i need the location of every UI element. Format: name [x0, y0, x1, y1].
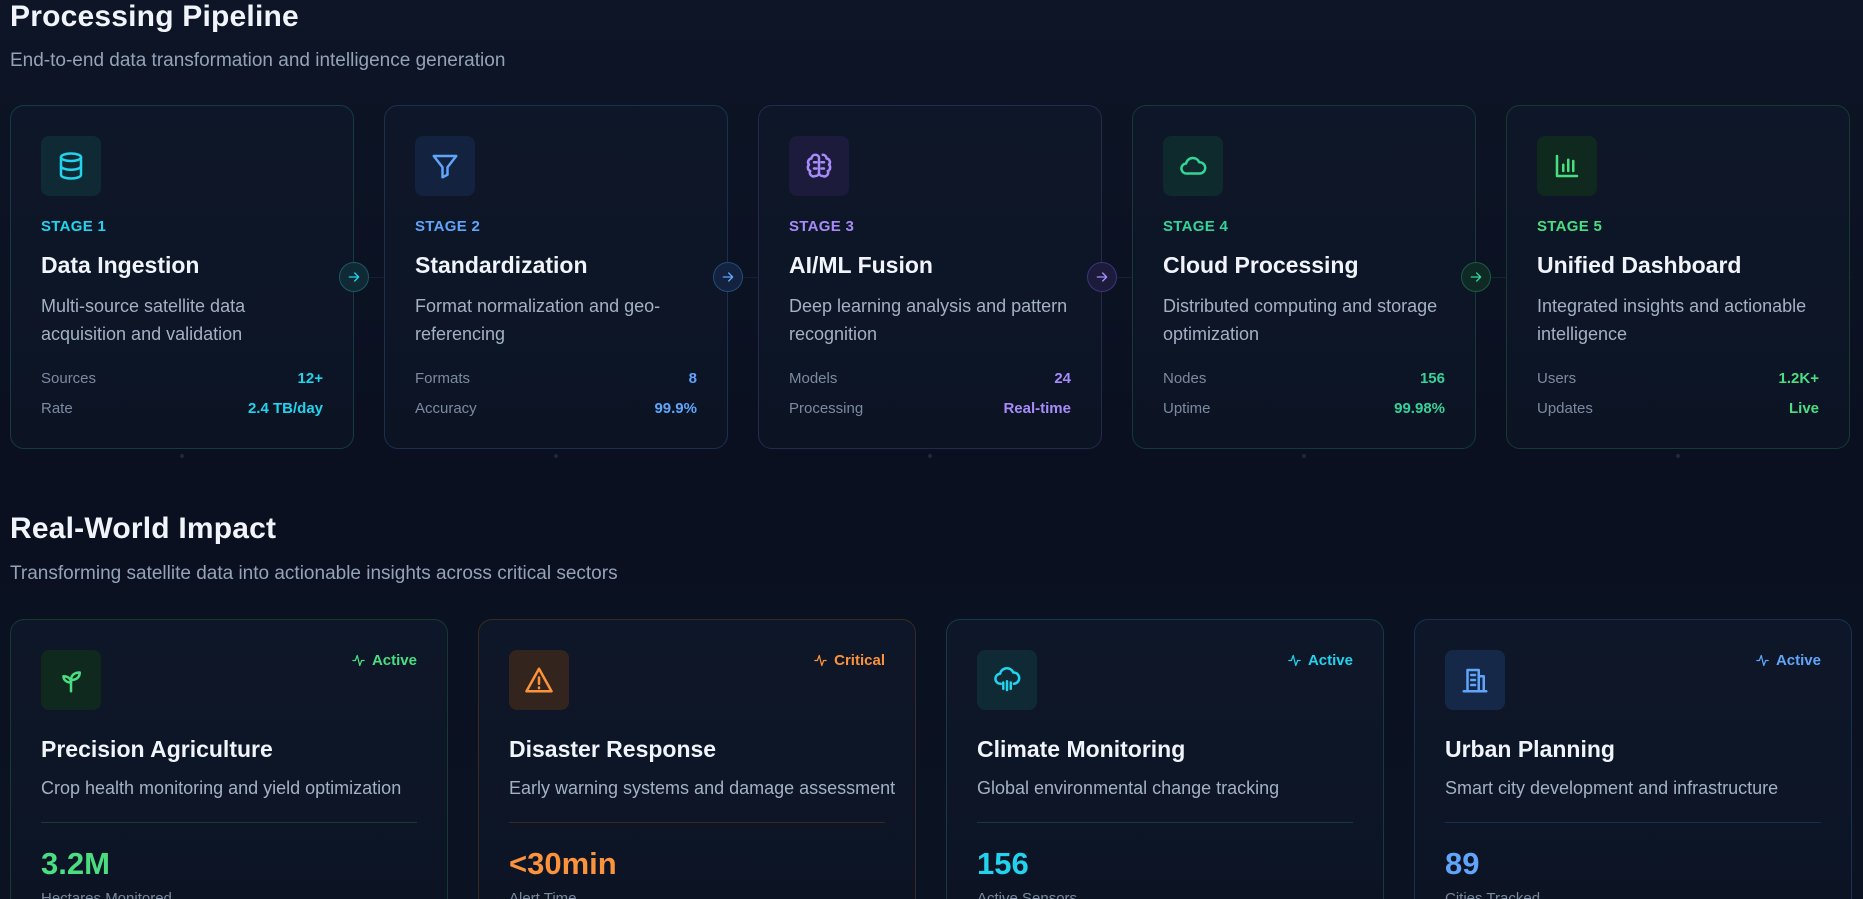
impact-value: <30min [509, 846, 617, 881]
activity-icon [1288, 654, 1301, 667]
impact-value-label: Active Sensors [977, 890, 1078, 899]
stage-desc: Multi-source satellite data acquisition … [41, 296, 246, 344]
stage-label: STAGE 5 [1537, 218, 1603, 235]
stage-metric: Rate 2.4 TB/day [41, 400, 323, 417]
impact-desc: Global environmental change tracking [977, 778, 1280, 798]
stage-card-2[interactable]: STAGE 2 Standardization Format normaliza… [384, 105, 728, 449]
arrow-right-icon [1461, 262, 1491, 292]
impact-name: Disaster Response [509, 736, 717, 762]
impact-value: 89 [1445, 846, 1480, 881]
stage-metric: Models 24 [789, 370, 1071, 387]
stage-dot [1302, 454, 1306, 458]
status-badge: Critical [813, 652, 885, 669]
impact-title: Real-World Impact [10, 512, 277, 545]
impact-name: Urban Planning [1445, 736, 1615, 762]
impact-value: 156 [977, 846, 1029, 881]
arrow-right-icon [713, 262, 743, 292]
stage-card-3[interactable]: STAGE 3 AI/ML Fusion Deep learning analy… [758, 105, 1102, 449]
impact-divider [41, 822, 417, 823]
impact-value-label: Hectares Monitored [41, 890, 172, 899]
impact-divider [509, 822, 885, 823]
stage-metric: Users 1.2K+ [1537, 370, 1819, 387]
impact-divider [1445, 822, 1821, 823]
stage-desc: Deep learning analysis and pattern recog… [789, 296, 1068, 344]
arrow-right-icon [1087, 262, 1117, 292]
stage-desc: Distributed computing and storage optimi… [1163, 296, 1438, 344]
impact-name: Climate Monitoring [977, 736, 1186, 762]
status-badge: Active [1755, 652, 1821, 669]
status-badge: Active [351, 652, 417, 669]
stage-label: STAGE 4 [1163, 218, 1229, 235]
activity-icon [352, 654, 365, 667]
impact-desc: Early warning systems and damage assessm… [509, 778, 896, 798]
bar-chart-icon [1537, 136, 1597, 196]
stage-name: Cloud Processing [1163, 252, 1359, 278]
impact-desc: Crop health monitoring and yield optimiz… [41, 778, 402, 798]
stage-name: Standardization [415, 252, 588, 278]
impact-card-climate[interactable]: Active Climate Monitoring Global environ… [946, 619, 1384, 899]
arrow-right-icon [339, 262, 369, 292]
stage-label: STAGE 2 [415, 218, 481, 235]
cloud-rain-icon [977, 650, 1037, 710]
stage-metric: Processing Real-time [789, 400, 1071, 417]
impact-name: Precision Agriculture [41, 736, 273, 762]
stage-card-1[interactable]: STAGE 1 Data Ingestion Multi-source sate… [10, 105, 354, 449]
impact-divider [977, 822, 1353, 823]
stage-name: Data Ingestion [41, 252, 200, 278]
stage-dot [1676, 454, 1680, 458]
stage-desc: Format normalization and geo-referencing [415, 296, 661, 344]
pipeline-subtitle: End-to-end data transformation and intel… [10, 50, 506, 71]
filter-icon [415, 136, 475, 196]
stage-metric: Updates Live [1537, 400, 1819, 417]
impact-card-agriculture[interactable]: Active Precision Agriculture Crop health… [10, 619, 448, 899]
impact-value-label: Cities Tracked [1445, 890, 1541, 899]
impact-value-label: Alert Time [509, 890, 577, 899]
brain-icon [789, 136, 849, 196]
impact-subtitle: Transforming satellite data into actiona… [10, 563, 618, 584]
stage-dot [180, 454, 184, 458]
cloud-icon [1163, 136, 1223, 196]
stage-card-4[interactable]: STAGE 4 Cloud Processing Distributed com… [1132, 105, 1476, 449]
stage-metric: Uptime 99.98% [1163, 400, 1445, 417]
stage-label: STAGE 1 [41, 218, 107, 235]
stage-metric: Accuracy 99.9% [415, 400, 697, 417]
impact-card-disaster[interactable]: Critical Disaster Response Early warning… [478, 619, 916, 899]
warning-icon [509, 650, 569, 710]
database-icon [41, 136, 101, 196]
sprout-icon [41, 650, 101, 710]
stage-card-5[interactable]: STAGE 5 Unified Dashboard Integrated ins… [1506, 105, 1850, 449]
stage-metric: Sources 12+ [41, 370, 323, 387]
stage-metric: Formats 8 [415, 370, 697, 387]
pipeline-title: Processing Pipeline [10, 0, 299, 33]
stage-label: STAGE 3 [789, 218, 855, 235]
stage-desc: Integrated insights and actionable intel… [1537, 296, 1807, 344]
stage-dot [928, 454, 932, 458]
stage-dot [554, 454, 558, 458]
activity-icon [1756, 654, 1769, 667]
status-badge: Active [1287, 652, 1353, 669]
impact-card-urban[interactable]: Active Urban Planning Smart city develop… [1414, 619, 1852, 899]
stage-name: Unified Dashboard [1537, 252, 1742, 278]
impact-desc: Smart city development and infrastructur… [1445, 778, 1779, 798]
impact-value: 3.2M [41, 846, 110, 881]
stage-metric: Nodes 156 [1163, 370, 1445, 387]
stage-name: AI/ML Fusion [789, 252, 933, 278]
pipeline-stages: STAGE 1 Data Ingestion Multi-source sate… [10, 105, 1851, 458]
activity-icon [814, 654, 827, 667]
building-icon [1445, 650, 1505, 710]
